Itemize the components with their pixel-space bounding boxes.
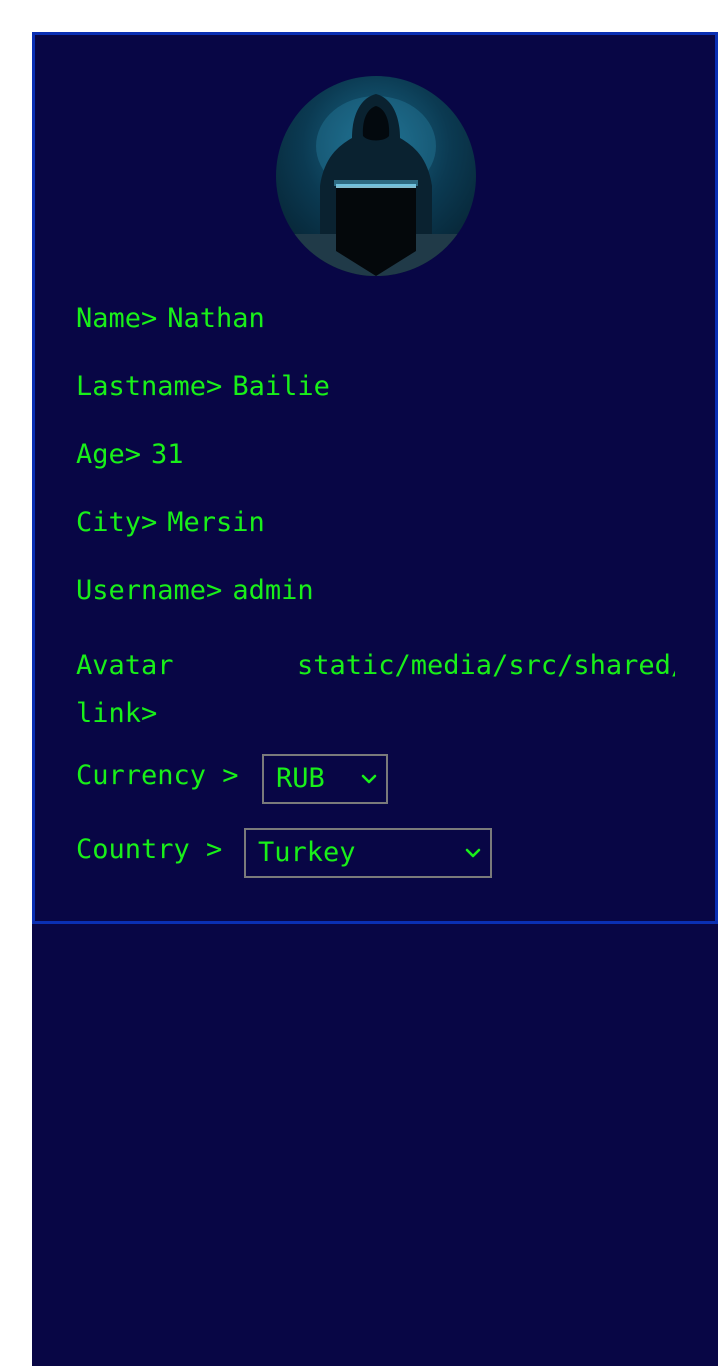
name-value: Nathan xyxy=(167,303,265,334)
city-value: Mersin xyxy=(167,507,265,538)
profile-card: Name> Nathan Lastname> Bailie Age> 31 City>… xyxy=(32,32,718,924)
avatar-link-value: static/media/src/shared/avatar.png xyxy=(297,650,675,681)
avatar xyxy=(276,76,476,276)
name-row: Name> Nathan xyxy=(76,302,265,336)
avatar-link-row: Avatar link> static/media/src/shared/ava… xyxy=(76,642,676,729)
country-label: Country > xyxy=(76,834,223,865)
country-selected-value: Turkey xyxy=(258,837,356,868)
chevron-down-icon xyxy=(361,774,377,784)
lastname-label: Lastname> xyxy=(76,371,223,402)
currency-selected-value: RUB xyxy=(276,763,325,794)
city-label: City> xyxy=(76,507,158,538)
currency-select[interactable]: RUB xyxy=(262,754,388,804)
hooded-hacker-avatar-icon xyxy=(276,94,476,276)
username-value: admin xyxy=(232,575,314,606)
age-label: Age> xyxy=(76,439,142,470)
lastname-value: Bailie xyxy=(232,371,330,402)
lastname-row: Lastname> Bailie xyxy=(76,370,330,404)
age-row: Age> 31 xyxy=(76,438,184,472)
age-value: 31 xyxy=(151,439,184,470)
chevron-down-icon xyxy=(465,848,481,858)
currency-label: Currency > xyxy=(76,760,239,791)
country-row: Country > Turkey xyxy=(76,828,492,878)
currency-row: Currency > RUB xyxy=(76,754,388,804)
country-select[interactable]: Turkey xyxy=(244,828,492,878)
name-label: Name> xyxy=(76,303,158,334)
username-label: Username> xyxy=(76,575,223,606)
avatar-link-label: Avatar link> xyxy=(76,650,174,729)
city-row: City> Mersin xyxy=(76,506,265,540)
username-row: Username> admin xyxy=(76,574,314,608)
